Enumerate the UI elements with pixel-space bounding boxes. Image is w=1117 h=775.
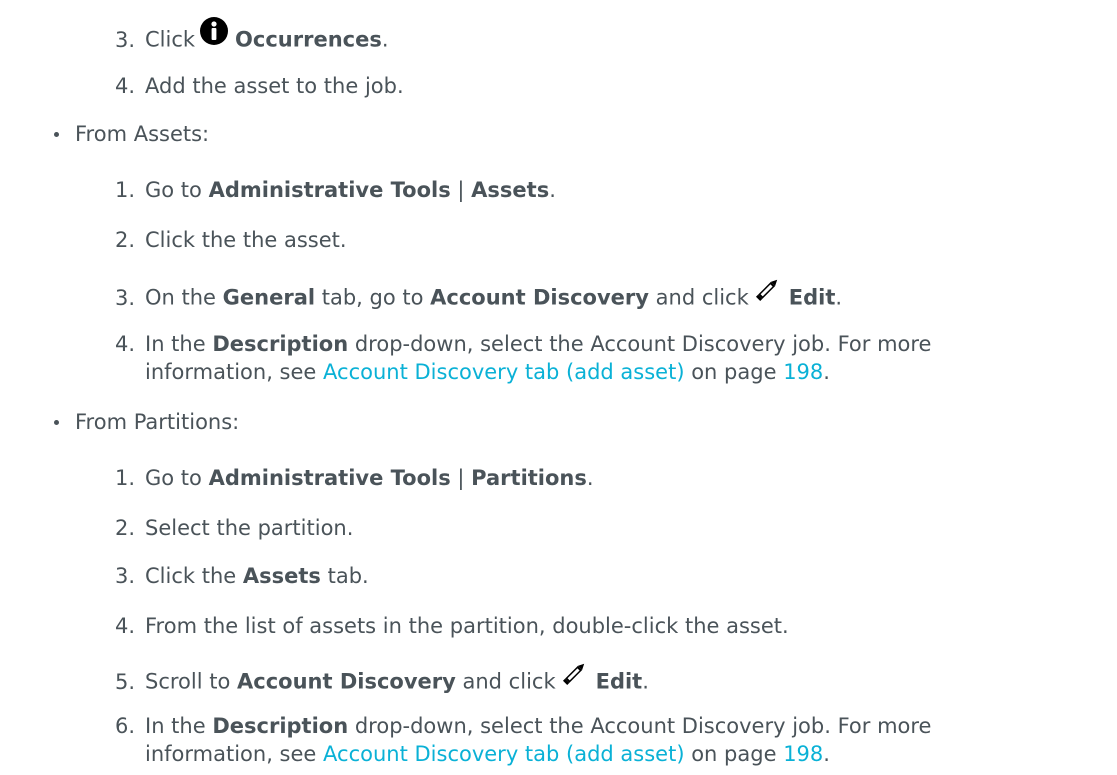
bullet-dot [54,419,59,425]
assets-step-4-continued: information, see Account Discovery tab (… [145,360,830,384]
account-discovery-tab-link[interactable]: Account Discovery tab (add asset) [323,360,685,384]
step-4-add-asset: 4. Add the asset to the job. [115,74,404,98]
page-198-link[interactable]: 198 [783,742,823,766]
from-partitions-bullet: From Partitions: [54,408,239,436]
assets-step-2: 2. Click the the asset. [115,228,347,252]
partitions-step-3: 3. Click the Assets tab. [115,564,369,588]
pencil-icon [753,274,783,311]
account-discovery-tab-link[interactable]: Account Discovery tab (add asset) [323,742,685,766]
assets-step-1: 1. Go to Administrative Tools | Assets. [115,178,556,202]
bullet-dot [54,131,59,137]
partitions-step-6-continued: information, see Account Discovery tab (… [145,742,830,766]
partitions-step-4: 4. From the list of assets in the partiti… [115,614,789,638]
from-assets-bullet: From Assets: [54,120,209,148]
assets-step-4: 4. In the Description drop-down, select t… [115,332,932,356]
step-3-occurrences: 3. Click Occurrences. [115,17,389,59]
partitions-step-1: 1. Go to Administrative Tools | Partition… [115,466,594,490]
document-page: 3. Click Occurrences. 4. Add the asset to t… [0,0,1117,775]
partitions-step-2: 2. Select the partition. [115,516,354,540]
partitions-step-5: 5. Scroll to Account Discovery and click E… [115,663,649,701]
info-circle-icon [199,16,229,53]
assets-step-3: 3. On the General tab, go to Account Disc… [115,279,842,317]
page-198-link[interactable]: 198 [783,360,823,384]
pencil-icon [560,658,590,695]
partitions-step-6: 6. In the Description drop-down, select t… [115,714,932,738]
